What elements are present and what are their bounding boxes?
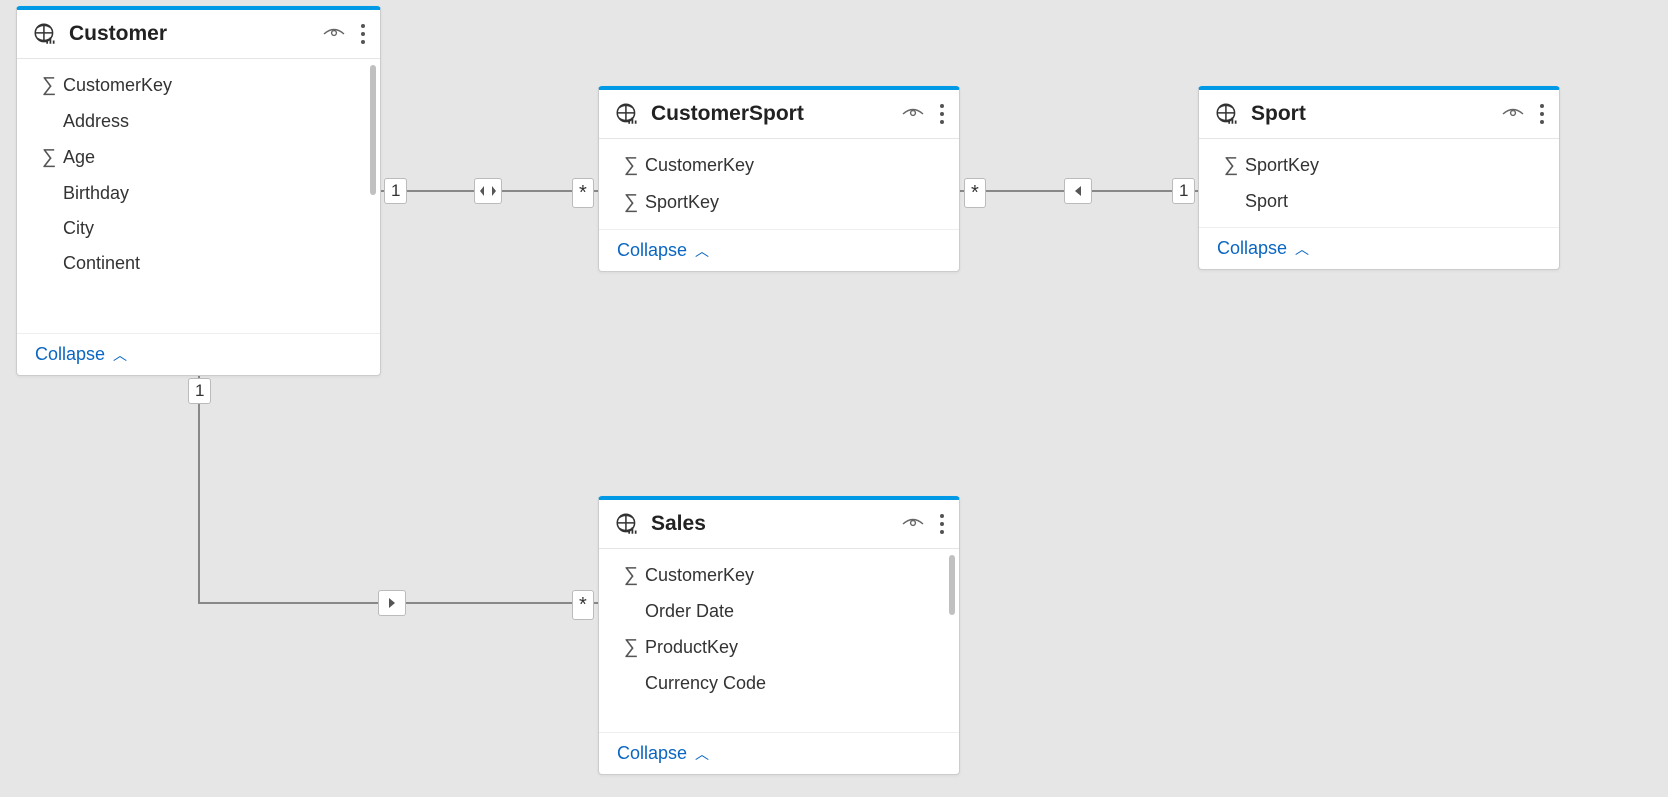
table-sales[interactable]: Sales ∑CustomerKey Order Date ∑ProductKe…	[598, 496, 960, 775]
cardinality-many: *	[572, 590, 594, 620]
field-item[interactable]: ∑SportKey	[599, 184, 959, 221]
sigma-icon: ∑	[617, 154, 645, 177]
field-item[interactable]: Currency Code	[599, 666, 959, 701]
field-item[interactable]: ∑CustomerKey	[599, 557, 959, 594]
table-title: Sales	[651, 512, 901, 536]
table-title: Customer	[69, 22, 322, 46]
table-icon	[613, 100, 641, 128]
table-icon	[1213, 100, 1241, 128]
table-icon	[31, 20, 59, 48]
field-item[interactable]: Order Date	[599, 594, 959, 629]
filter-direction-single-icon[interactable]	[1064, 178, 1092, 204]
filter-direction-both-icon[interactable]	[474, 178, 502, 204]
field-item[interactable]: ∑CustomerKey	[599, 147, 959, 184]
sigma-icon: ∑	[35, 146, 63, 169]
field-item[interactable]: Sport	[1199, 184, 1559, 219]
field-item[interactable]: ∑SportKey	[1199, 147, 1559, 184]
cardinality-many: *	[572, 178, 594, 208]
table-customersport[interactable]: CustomerSport ∑CustomerKey ∑SportKey Col…	[598, 86, 960, 272]
cardinality-one: 1	[384, 178, 407, 204]
collapse-button[interactable]: Collapse ︿	[599, 732, 959, 774]
field-item[interactable]: City	[17, 211, 380, 246]
sigma-icon: ∑	[617, 636, 645, 659]
chevron-up-icon: ︿	[113, 345, 127, 365]
more-options-icon[interactable]	[939, 103, 945, 125]
chevron-up-icon: ︿	[1295, 239, 1309, 259]
cardinality-one: 1	[1172, 178, 1195, 204]
more-options-icon[interactable]	[1539, 103, 1545, 125]
table-title: Sport	[1251, 102, 1501, 126]
sigma-icon: ∑	[35, 74, 63, 97]
visibility-icon[interactable]	[901, 515, 925, 533]
table-icon	[613, 510, 641, 538]
field-item[interactable]: Address	[17, 104, 380, 139]
filter-direction-single-icon[interactable]	[378, 590, 406, 616]
collapse-button[interactable]: Collapse ︿	[599, 229, 959, 271]
field-item[interactable]: ∑Age	[17, 139, 380, 176]
scrollbar-thumb[interactable]	[949, 555, 955, 615]
table-header: CustomerSport	[599, 90, 959, 139]
more-options-icon[interactable]	[939, 513, 945, 535]
chevron-up-icon: ︿	[695, 241, 709, 261]
collapse-button[interactable]: Collapse ︿	[1199, 227, 1559, 269]
field-item[interactable]: Birthday	[17, 176, 380, 211]
field-list: ∑SportKey Sport	[1199, 139, 1559, 227]
visibility-icon[interactable]	[901, 105, 925, 123]
table-sport[interactable]: Sport ∑SportKey Sport Collapse ︿	[1198, 86, 1560, 270]
table-customer[interactable]: Customer ∑CustomerKey Address ∑Age Birth…	[16, 6, 381, 376]
scrollbar-thumb[interactable]	[370, 65, 376, 195]
cardinality-many: *	[964, 178, 986, 208]
table-header: Customer	[17, 10, 380, 59]
table-header: Sport	[1199, 90, 1559, 139]
visibility-icon[interactable]	[1501, 105, 1525, 123]
sigma-icon: ∑	[617, 191, 645, 214]
model-diagram-canvas[interactable]: 1 * * 1 1 * Customer	[0, 0, 1668, 797]
field-list: ∑CustomerKey Order Date ∑ProductKey Curr…	[599, 549, 959, 732]
field-item[interactable]: Continent	[17, 246, 380, 281]
field-item[interactable]: ∑CustomerKey	[17, 67, 380, 104]
visibility-icon[interactable]	[322, 25, 346, 43]
relationship-line	[198, 375, 200, 604]
field-item[interactable]: ∑ProductKey	[599, 629, 959, 666]
table-header: Sales	[599, 500, 959, 549]
table-title: CustomerSport	[651, 102, 901, 126]
field-list: ∑CustomerKey Address ∑Age Birthday City …	[17, 59, 380, 333]
sigma-icon: ∑	[1217, 154, 1245, 177]
chevron-up-icon: ︿	[695, 744, 709, 764]
collapse-button[interactable]: Collapse ︿	[17, 333, 380, 375]
cardinality-one: 1	[188, 378, 211, 404]
more-options-icon[interactable]	[360, 23, 366, 45]
sigma-icon: ∑	[617, 564, 645, 587]
field-list: ∑CustomerKey ∑SportKey	[599, 139, 959, 229]
